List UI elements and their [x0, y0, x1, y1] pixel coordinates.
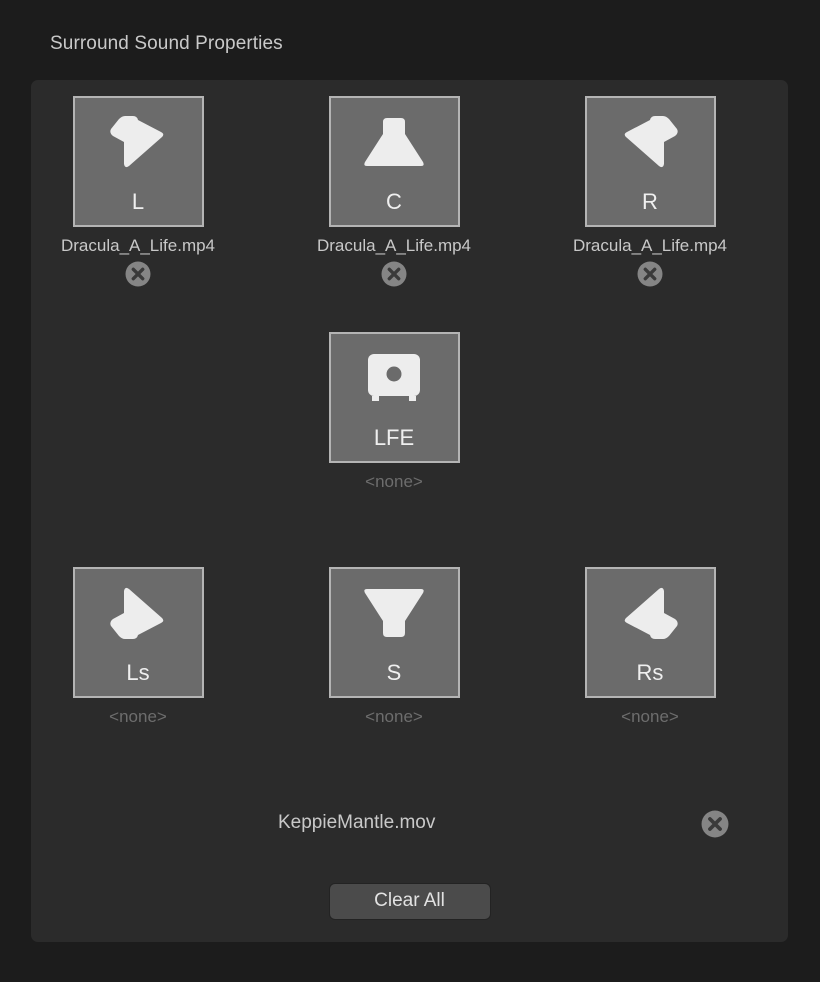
speaker-cone-surround-icon [331, 577, 458, 649]
channel-slot-left-surround[interactable]: Ls <none> [36, 567, 240, 727]
channel-file-name: <none> [36, 707, 240, 727]
source-file-row: KeppieMantle.mov [31, 808, 788, 842]
speaker-box-surround[interactable]: S [329, 567, 460, 698]
speaker-box-right-surround[interactable]: Rs [585, 567, 716, 698]
clear-all-button[interactable]: Clear All [329, 883, 491, 920]
speaker-label: C [331, 191, 458, 213]
clear-source-button[interactable] [701, 810, 729, 838]
channel-file-name: <none> [292, 707, 496, 727]
channel-file-name: Dracula_A_Life.mp4 [292, 236, 496, 256]
speaker-cone-rear-left-icon [75, 577, 202, 649]
channel-slot-right[interactable]: R Dracula_A_Life.mp4 [548, 96, 752, 287]
speaker-box-center[interactable]: C [329, 96, 460, 227]
speaker-cone-front-right-icon [587, 106, 714, 178]
speaker-label: R [587, 191, 714, 213]
channel-file-name: Dracula_A_Life.mp4 [36, 236, 240, 256]
surround-sound-panel: L Dracula_A_Life.mp4 C Dracula_A_Life.mp… [31, 80, 788, 942]
channel-slot-lfe[interactable]: LFE <none> [292, 332, 496, 492]
channel-slot-left[interactable]: L Dracula_A_Life.mp4 [36, 96, 240, 287]
clear-channel-center-button[interactable] [381, 261, 407, 287]
channel-slot-right-surround[interactable]: Rs <none> [548, 567, 752, 727]
subwoofer-icon [331, 342, 458, 414]
channel-file-name: Dracula_A_Life.mp4 [548, 236, 752, 256]
channel-file-name: <none> [292, 472, 496, 492]
speaker-label: L [75, 191, 202, 213]
channel-slot-center[interactable]: C Dracula_A_Life.mp4 [292, 96, 496, 287]
page-title: Surround Sound Properties [50, 33, 283, 55]
channel-file-name: <none> [548, 707, 752, 727]
speaker-label: Ls [75, 662, 202, 684]
source-file-name: KeppieMantle.mov [278, 812, 435, 834]
speaker-cone-rear-right-icon [587, 577, 714, 649]
speaker-label: S [331, 662, 458, 684]
clear-channel-left-button[interactable] [125, 261, 151, 287]
speaker-label: LFE [331, 427, 458, 449]
speaker-box-left-surround[interactable]: Ls [73, 567, 204, 698]
speaker-label: Rs [587, 662, 714, 684]
clear-channel-right-button[interactable] [637, 261, 663, 287]
speaker-box-lfe[interactable]: LFE [329, 332, 460, 463]
speaker-cone-front-left-icon [75, 106, 202, 178]
speaker-box-left[interactable]: L [73, 96, 204, 227]
speaker-box-right[interactable]: R [585, 96, 716, 227]
channel-slot-surround[interactable]: S <none> [292, 567, 496, 727]
speaker-cone-center-icon [331, 106, 458, 178]
